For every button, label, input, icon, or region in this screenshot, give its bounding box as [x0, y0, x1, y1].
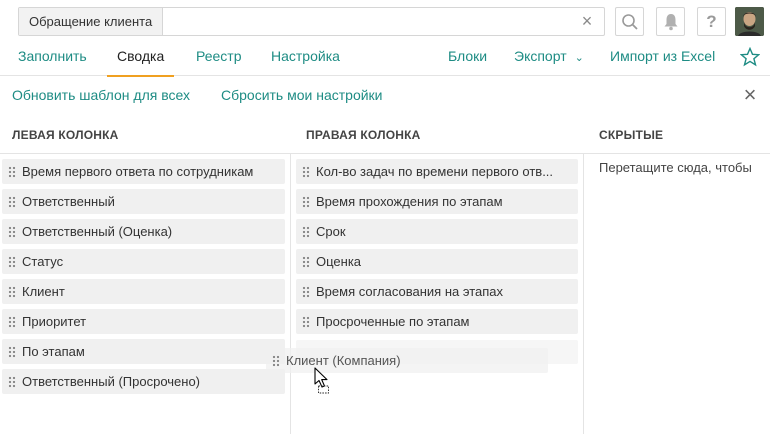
drag-handle-icon[interactable]: [302, 225, 310, 238]
drag-handle-icon[interactable]: [8, 195, 16, 208]
tab-registry[interactable]: Реестр: [196, 42, 242, 76]
tab-settings[interactable]: Настройка: [271, 42, 340, 76]
user-avatar-icon: [735, 7, 764, 36]
list-item[interactable]: Ответственный (Оценка): [2, 219, 285, 244]
hidden-column-title: СКРЫТЫЕ: [599, 128, 664, 142]
list-item[interactable]: Время прохождения по этапам: [296, 189, 578, 214]
tab-fill[interactable]: Заполнить: [18, 42, 87, 76]
drag-handle-icon[interactable]: [8, 225, 16, 238]
list-item[interactable]: Оценка: [296, 249, 578, 274]
search-input[interactable]: [173, 8, 563, 35]
drop-hint: Перетащите сюда, чтобы: [599, 160, 752, 175]
favorite-button[interactable]: [739, 43, 761, 77]
right-column-title: ПРАВАЯ КОЛОНКА: [306, 128, 421, 142]
bell-icon: [664, 13, 677, 30]
column-divider: [290, 153, 291, 434]
list-item[interactable]: По этапам: [2, 339, 285, 364]
mouse-cursor-icon: [314, 367, 329, 394]
drag-handle-icon[interactable]: [8, 345, 16, 358]
search-context-tag[interactable]: Обращение клиента: [19, 8, 164, 35]
header-divider: [0, 153, 770, 154]
export-menu[interactable]: Экспорт ⌄: [514, 42, 584, 76]
search-button[interactable]: [615, 7, 644, 36]
list-item[interactable]: Срок: [296, 219, 578, 244]
drag-handle-icon[interactable]: [8, 285, 16, 298]
list-item[interactable]: Кол-во задач по времени первого отв...: [296, 159, 578, 184]
tab-blocks[interactable]: Блоки: [448, 42, 487, 76]
drag-handle-icon[interactable]: [272, 354, 280, 367]
drag-handle-icon[interactable]: [8, 165, 16, 178]
list-item[interactable]: Ответственный (Просрочено): [2, 369, 285, 394]
export-label: Экспорт: [514, 48, 567, 64]
drag-handle-icon[interactable]: [8, 375, 16, 388]
list-item[interactable]: Время согласования на этапах: [296, 279, 578, 304]
left-column-title: ЛЕВАЯ КОЛОНКА: [12, 128, 119, 142]
action-bar: Обновить шаблон для всех Сбросить мои на…: [0, 77, 770, 113]
drag-handle-icon[interactable]: [302, 285, 310, 298]
drag-handle-icon[interactable]: [8, 315, 16, 328]
drag-handle-icon[interactable]: [302, 165, 310, 178]
top-bar: Обращение клиента × ?: [0, 0, 770, 42]
avatar[interactable]: [735, 7, 764, 36]
dragging-item[interactable]: Клиент (Компания): [266, 348, 548, 373]
drag-handle-icon[interactable]: [302, 315, 310, 328]
list-item[interactable]: Ответственный: [2, 189, 285, 214]
drag-handle-icon[interactable]: [8, 255, 16, 268]
list-item[interactable]: Клиент: [2, 279, 285, 304]
search-box[interactable]: Обращение клиента ×: [18, 7, 605, 36]
tab-bar: Заполнить Сводка Реестр Настройка Блоки …: [0, 42, 770, 77]
column-divider: [583, 153, 584, 434]
chevron-down-icon: ⌄: [574, 52, 584, 64]
help-button[interactable]: ?: [697, 7, 726, 36]
close-icon[interactable]: ×: [578, 12, 596, 30]
drag-handle-icon[interactable]: [302, 195, 310, 208]
dragging-item-label: Клиент (Компания): [286, 353, 401, 368]
notifications-button[interactable]: [656, 7, 685, 36]
list-item[interactable]: Приоритет: [2, 309, 285, 334]
update-template-link[interactable]: Обновить шаблон для всех: [12, 87, 190, 103]
reset-settings-link[interactable]: Сбросить мои настройки: [221, 87, 383, 103]
close-icon[interactable]: ×: [740, 84, 760, 106]
help-icon: ?: [706, 11, 717, 31]
list-item[interactable]: Время первого ответа по сотрудникам: [2, 159, 285, 184]
list-item[interactable]: Просроченные по этапам: [296, 309, 578, 334]
list-item[interactable]: Статус: [2, 249, 285, 274]
tab-summary[interactable]: Сводка: [106, 42, 175, 77]
import-excel-button[interactable]: Импорт из Excel: [610, 42, 715, 76]
star-icon: [739, 46, 761, 67]
search-icon: [621, 13, 638, 30]
drag-handle-icon[interactable]: [302, 255, 310, 268]
